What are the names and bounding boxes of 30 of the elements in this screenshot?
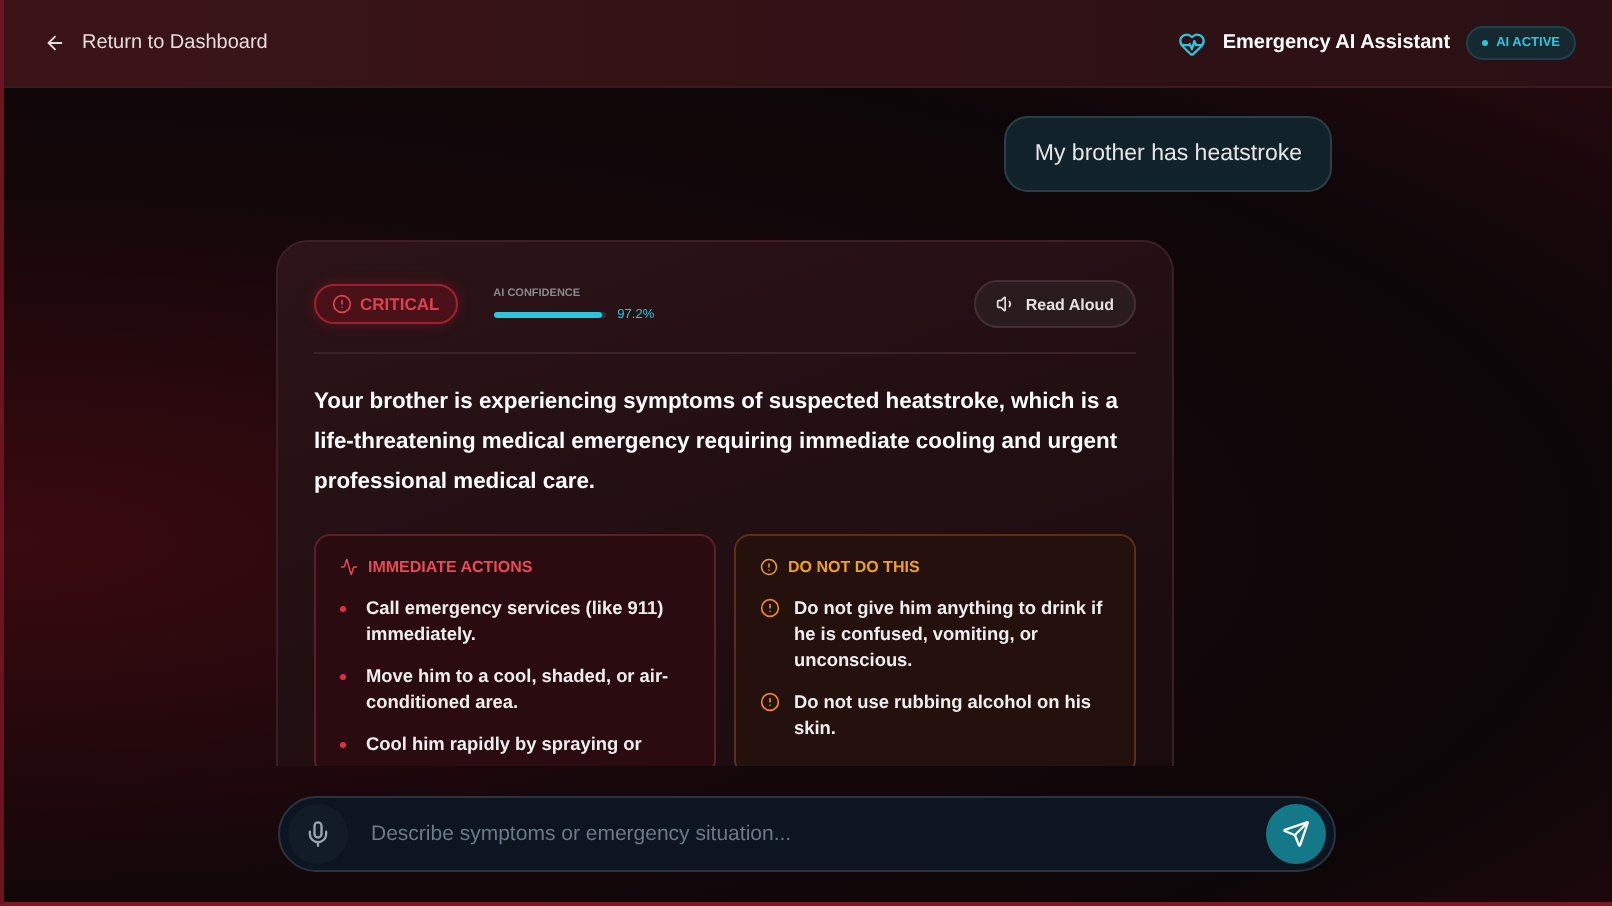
summary-text: Your brother is experiencing symptoms of suspected heatstroke, which is a life-threatening medical emergency requiring immediate cooling and urgent professional medical care. [314,388,1121,498]
section-title: IMMEDIATE ACTIONS [368,558,533,576]
user-message: My brother has heatstroke [1004,116,1332,192]
microphone-button[interactable] [287,804,347,864]
message-input[interactable]: Describe symptoms or emergency situation... [367,820,1245,848]
alert-icon [760,558,778,576]
section-title: DO NOT DO THIS [788,558,920,576]
send-button[interactable] [1265,804,1325,864]
alert-icon [332,294,352,314]
severity-badge: CRITICAL [314,284,458,324]
message-field[interactable]: Describe symptoms or emergency situation... [277,796,1335,872]
speaker-icon [995,294,1016,314]
microphone-icon [303,820,331,848]
list-item-text: Cool him rapidly by spraying or [366,732,642,758]
read-aloud-button[interactable]: Read Aloud [973,280,1136,328]
alert-icon [760,692,780,712]
list-item-text: Move him to a cool, shaded, or air-conditioned area. [366,664,671,716]
send-icon [1281,820,1309,848]
list-item-text: Do not give him anything to drink if he is confused, vomiting, or unconscious. [794,596,1105,674]
list-item-text: Do not use rubbing alcohol on his skin. [794,690,1094,742]
back-arrow-icon [44,32,66,54]
heart-pulse-icon [1178,29,1207,57]
bullet-icon [340,742,346,748]
alert-icon [760,598,780,618]
app-title: Emergency AI Assistant [1222,32,1451,54]
back-link[interactable]: Return to Dashboard [44,32,268,54]
pulse-icon [340,558,358,576]
bullet-icon [340,606,346,612]
bullet-icon [340,674,346,680]
list-item-text: Call emergency services (like 911) immediately. [366,596,666,648]
